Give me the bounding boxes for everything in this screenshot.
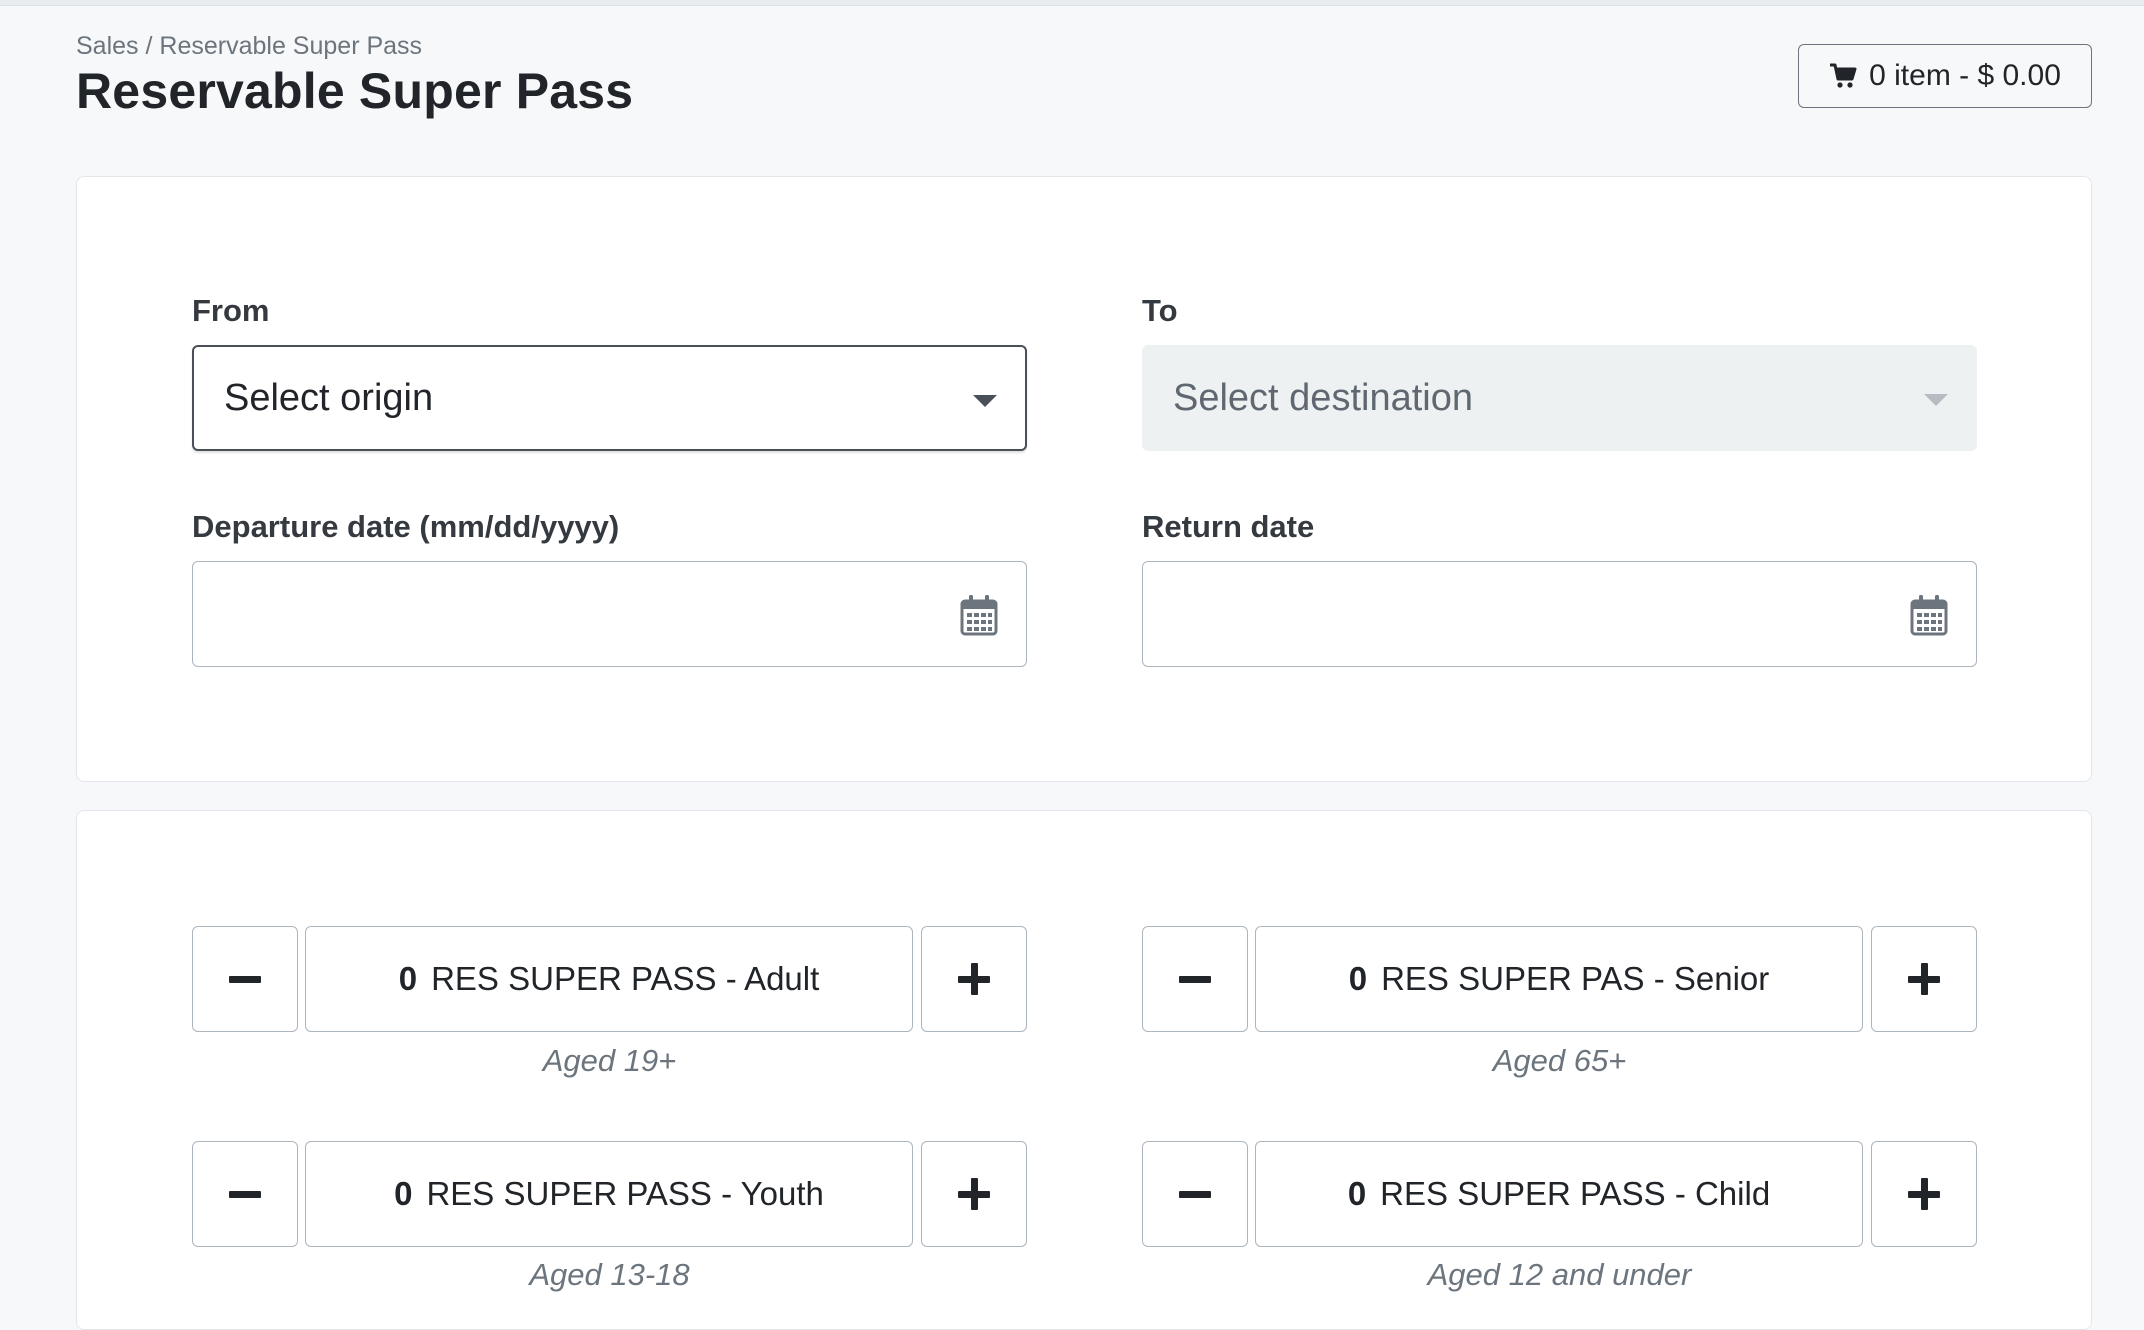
senior-quantity: 0 [1348, 960, 1368, 997]
passes-card: 0 RES SUPER PASS - Adult Aged 19+ 0 RES … [76, 810, 2092, 1330]
youth-pass-name: RES SUPER PASS - Youth [426, 1175, 824, 1212]
from-label: From [192, 293, 270, 328]
child-age-note: Aged 12 and under [1427, 1257, 1692, 1292]
senior-quantity-display: 0 RES SUPER PAS - Senior [1255, 926, 1863, 1032]
calendar-icon[interactable] [960, 594, 998, 636]
minus-icon [1179, 975, 1211, 983]
child-increment-button[interactable] [1871, 1141, 1977, 1247]
departure-date-label: Departure date (mm/dd/yyyy) [192, 509, 620, 544]
youth-quantity-display: 0 RES SUPER PASS - Youth [305, 1141, 913, 1247]
senior-pass-name: RES SUPER PAS - Senior [1381, 960, 1770, 997]
plus-icon [958, 963, 990, 995]
senior-age-note: Aged 65+ [1492, 1043, 1627, 1078]
origin-select[interactable]: Select origin [192, 345, 1027, 451]
child-quantity-display: 0 RES SUPER PASS - Child [1255, 1141, 1863, 1247]
youth-age-note: Aged 13-18 [529, 1257, 690, 1292]
adult-age-note: Aged 19+ [542, 1043, 677, 1078]
youth-decrement-button[interactable] [192, 1141, 298, 1247]
departure-date-input[interactable] [192, 561, 1027, 667]
adult-quantity: 0 [398, 960, 418, 997]
chevron-down-icon [1924, 394, 1948, 406]
adult-quantity-display: 0 RES SUPER PASS - Adult [305, 926, 913, 1032]
adult-decrement-button[interactable] [192, 926, 298, 1032]
destination-placeholder: Select destination [1173, 376, 1473, 419]
cart-button[interactable]: 0 item - $ 0.00 [1798, 44, 2092, 108]
plus-icon [958, 1178, 990, 1210]
senior-increment-button[interactable] [1871, 926, 1977, 1032]
minus-icon [229, 975, 261, 983]
adult-pass-name: RES SUPER PASS - Adult [431, 960, 820, 997]
youth-quantity: 0 [394, 1175, 413, 1212]
youth-increment-button[interactable] [921, 1141, 1027, 1247]
plus-icon [1908, 963, 1940, 995]
chevron-down-icon [973, 395, 997, 407]
calendar-icon[interactable] [1910, 594, 1948, 636]
breadcrumb-separator: / [145, 32, 153, 60]
minus-icon [1179, 1190, 1211, 1198]
origin-placeholder: Select origin [224, 376, 434, 419]
child-pass-name: RES SUPER PASS - Child [1380, 1175, 1771, 1212]
breadcrumb: Sales / Reservable Super Pass [76, 32, 422, 61]
return-date-input[interactable] [1142, 561, 1977, 667]
adult-increment-button[interactable] [921, 926, 1027, 1032]
return-date-label: Return date [1142, 509, 1315, 544]
plus-icon [1908, 1178, 1940, 1210]
top-border [0, 0, 2144, 6]
page-title: Reservable Super Pass [76, 63, 634, 119]
child-decrement-button[interactable] [1142, 1141, 1248, 1247]
cart-summary: 0 item - $ 0.00 [1869, 59, 2061, 92]
cart-icon [1830, 63, 1857, 88]
breadcrumb-current: Reservable Super Pass [159, 32, 423, 60]
minus-icon [229, 1190, 261, 1198]
senior-decrement-button[interactable] [1142, 926, 1248, 1032]
breadcrumb-sales[interactable]: Sales [76, 32, 139, 60]
child-quantity: 0 [1347, 1175, 1367, 1212]
destination-select[interactable]: Select destination [1142, 345, 1977, 451]
trip-card: From Select origin To Select destination… [76, 176, 2092, 782]
to-label: To [1142, 293, 1178, 328]
